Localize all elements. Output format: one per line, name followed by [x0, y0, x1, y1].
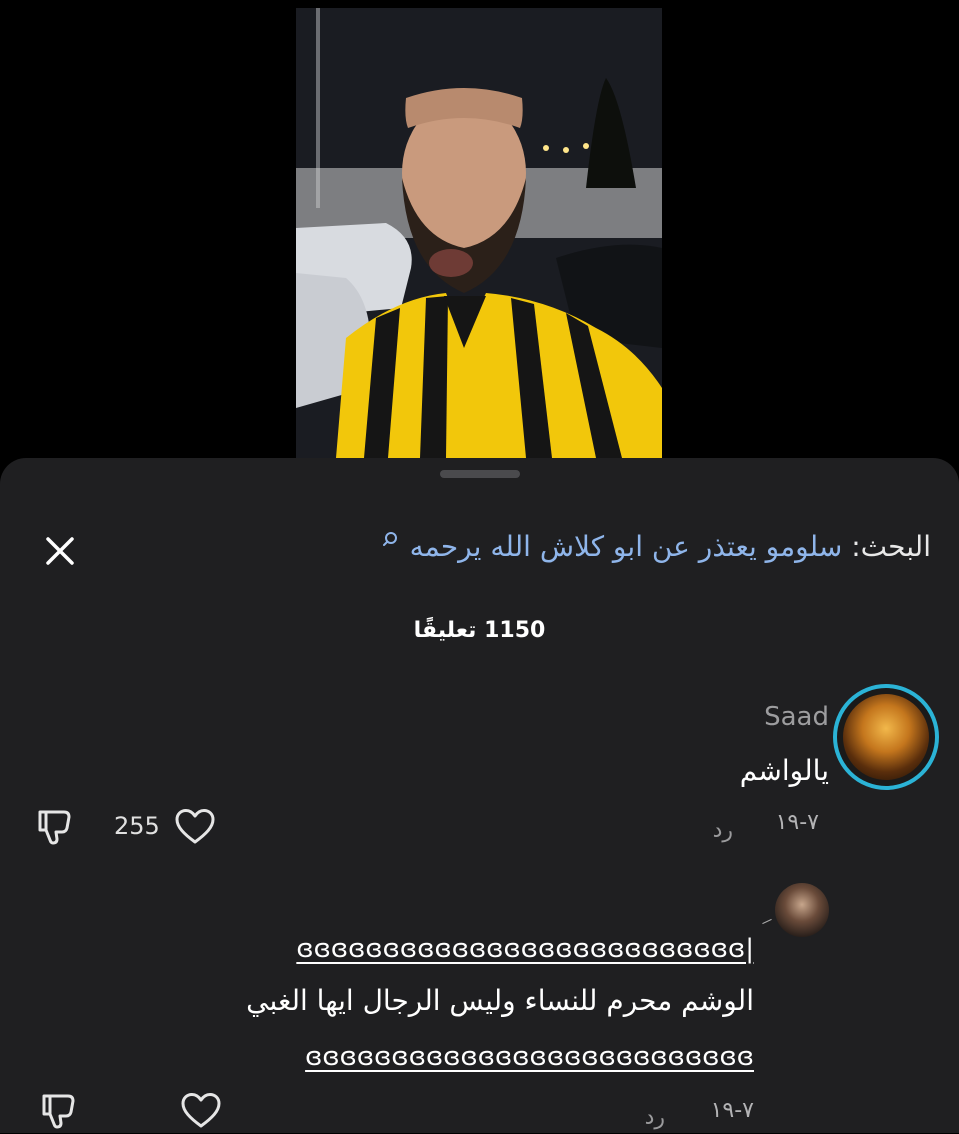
heart-icon [175, 809, 215, 844]
separator-mark [762, 918, 772, 925]
close-button[interactable] [40, 531, 80, 571]
search-bar[interactable]: البحث: سلومو يعتذر عن ابو كلاش الله يرحم… [382, 530, 931, 563]
search-label: البحث: [851, 530, 931, 563]
comment-date: ٧-١٩ [710, 1098, 754, 1123]
reply-button[interactable]: رد [645, 1105, 665, 1130]
like-count: 255 [114, 812, 160, 840]
comment-text: يالواشم [739, 754, 829, 787]
dislike-button[interactable] [40, 1092, 78, 1134]
comment-decoration-line: ɞɞɞɞɞɞɞɞɞɞɞɞɞɞɞɞɞɞɞɞɞɞɞɞɞɞ [305, 1042, 754, 1072]
comment-date: ٧-١٩ [775, 810, 819, 835]
dislike-icon [38, 810, 71, 845]
comments-count: 1150 تعليقًا [413, 618, 546, 643]
like-button[interactable] [174, 808, 216, 850]
sheet-drag-handle[interactable] [440, 470, 520, 478]
comment-text: الوشم محرم للنساء وليس الرجال ايها الغبي [246, 984, 754, 1017]
comment-username[interactable]: Saad [764, 702, 829, 732]
comments-sheet: البحث: سلومو يعتذر عن ابو كلاش الله يرحم… [0, 458, 959, 1133]
dislike-icon [42, 1094, 75, 1129]
comment-decoration-line: ɞɞɞɞɞɞɞɞɞɞɞɞɞɞɞɞɞɞɞɞɞɞɞɞɞɞ| [296, 934, 754, 964]
like-button[interactable] [180, 1092, 222, 1134]
video-player[interactable] [296, 8, 662, 458]
heart-icon [181, 1093, 221, 1128]
avatar[interactable] [775, 883, 829, 937]
video-frame-image [296, 8, 662, 458]
avatar-image [843, 694, 929, 780]
search-icon [382, 532, 397, 546]
avatar[interactable] [833, 684, 939, 790]
search-query-link[interactable]: سلومو يعتذر عن ابو كلاش الله يرحمه [410, 530, 843, 563]
close-icon [46, 537, 74, 565]
dislike-button[interactable] [36, 808, 74, 850]
reply-button[interactable]: رد [713, 818, 733, 843]
